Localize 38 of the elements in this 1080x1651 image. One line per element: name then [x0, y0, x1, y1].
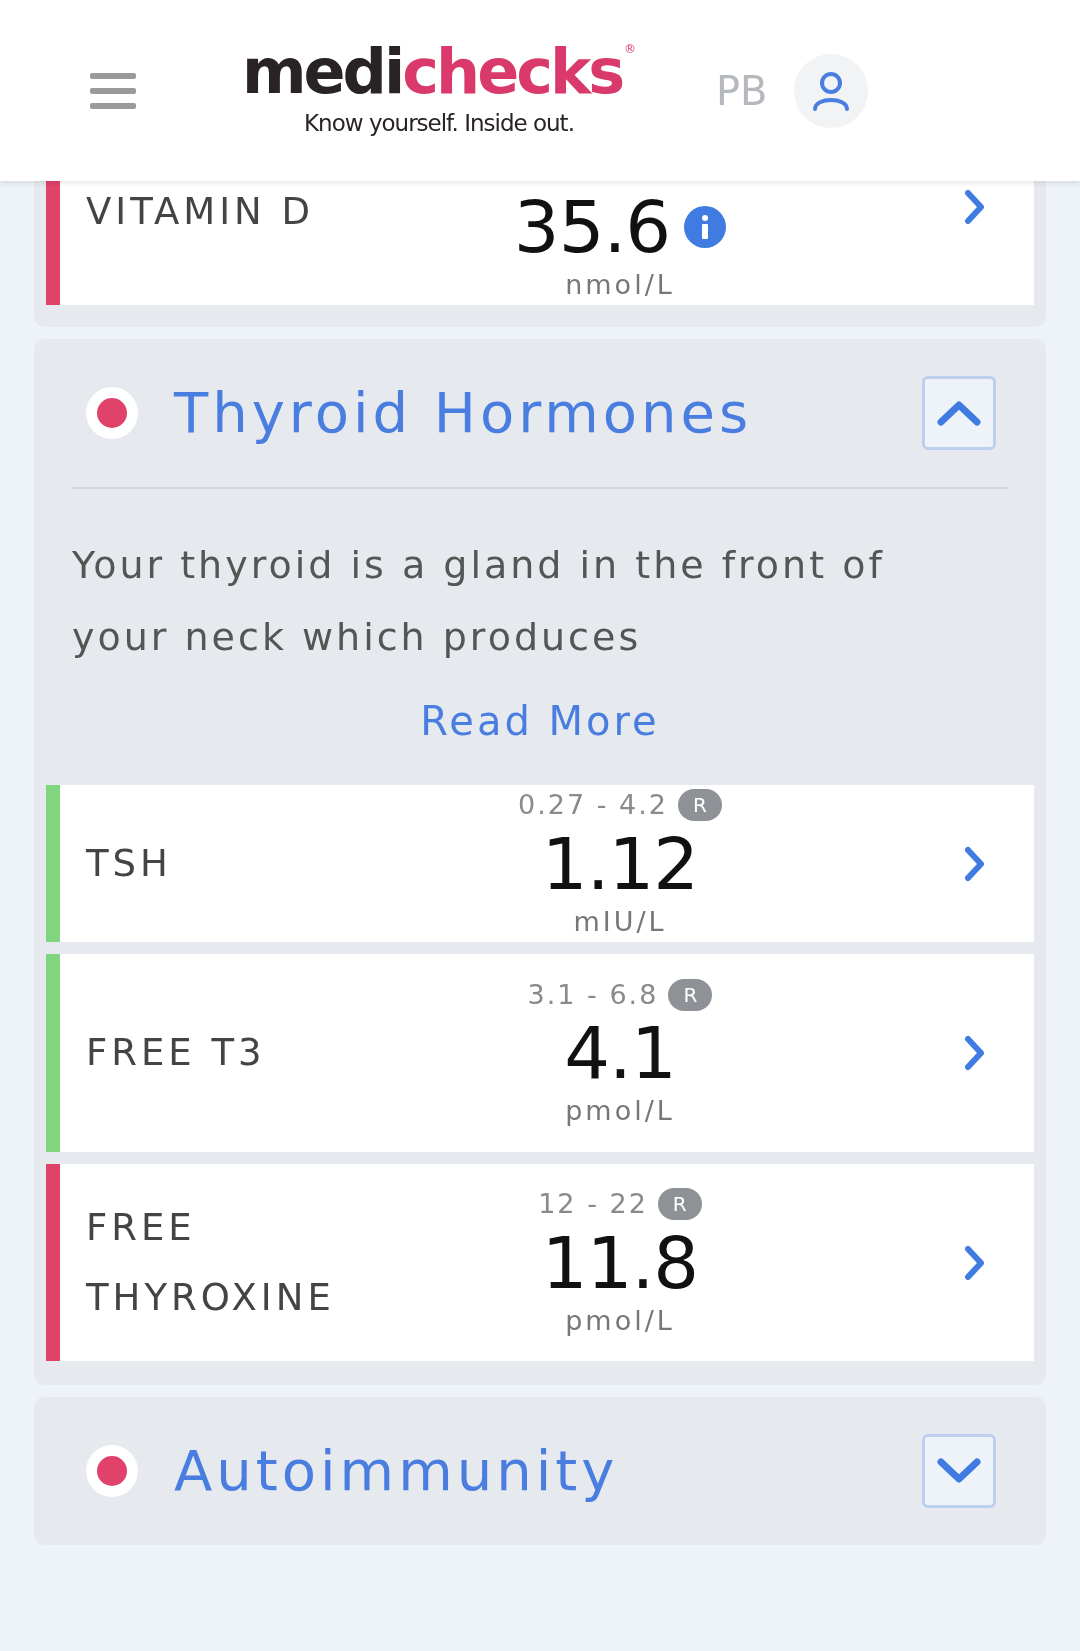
- chevron-down-icon: [937, 1458, 981, 1484]
- menu-icon[interactable]: [90, 70, 136, 111]
- result-value: 11.8: [541, 1224, 699, 1301]
- expand-button[interactable]: [922, 1434, 996, 1508]
- result-row[interactable]: VITAMIN D 35.6 nmol/L: [46, 181, 1034, 305]
- result-value: 1.12: [541, 825, 699, 902]
- logo-text: medi: [241, 40, 403, 105]
- result-unit: nmol/L: [565, 268, 675, 302]
- logo-text: checks: [402, 40, 623, 105]
- result-name: VITAMIN D: [85, 189, 316, 235]
- result-row[interactable]: TSH 0.27 - 4.2 R 1.12 mIU/L: [46, 785, 1034, 942]
- chevron-right-icon: [964, 1035, 986, 1071]
- result-unit: mIU/L: [573, 904, 667, 939]
- result-unit: pmol/L: [565, 1303, 675, 1338]
- chevron-right-icon: [964, 189, 986, 225]
- result-row[interactable]: FREE THYROXINE 12 - 22 R 11.8 pmol/L: [46, 1164, 1034, 1361]
- section-title: Thyroid Hormones: [174, 379, 754, 447]
- result-unit: pmol/L: [565, 1094, 675, 1128]
- registered-mark: ®: [624, 41, 637, 59]
- tagline: Know yourself. Inside out.: [304, 109, 574, 139]
- chevron-up-icon: [937, 400, 981, 426]
- info-icon[interactable]: [684, 206, 727, 248]
- section-title: Autoimmunity: [174, 1437, 620, 1505]
- result-name: FREE T3: [85, 1030, 267, 1076]
- section-description: Your thyroid is a gland in the front of your neck which produces: [72, 542, 886, 661]
- result-name: TSH: [85, 840, 173, 887]
- user-initials: PB: [716, 66, 768, 116]
- result-value: 35.6: [513, 189, 671, 265]
- user-icon: [811, 70, 850, 111]
- chevron-right-icon: [964, 1244, 986, 1281]
- collapse-button[interactable]: [922, 376, 996, 450]
- reference-range: 0.27 - 4.2: [518, 788, 668, 822]
- result-value: 4.1: [564, 1015, 676, 1091]
- reference-range: 12 - 22: [538, 1187, 648, 1221]
- reference-range: 3.1 - 6.8: [527, 977, 659, 1012]
- result-name: FREE THYROXINE: [85, 1204, 336, 1321]
- result-row[interactable]: FREE T3 3.1 - 6.8 R 4.1 pmol/L: [46, 954, 1034, 1152]
- chevron-right-icon: [964, 845, 986, 882]
